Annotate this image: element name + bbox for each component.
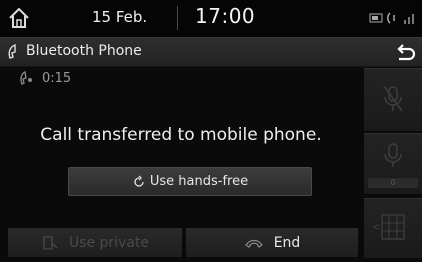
refresh-icon	[134, 175, 144, 187]
divider	[177, 6, 178, 30]
use-private-button[interactable]: Use private	[8, 228, 182, 257]
battery-icon	[369, 13, 383, 23]
end-call-label: End	[273, 234, 301, 251]
use-private-label: Use private	[68, 234, 150, 251]
home-icon[interactable]	[8, 6, 30, 30]
microphone-mute-icon	[383, 85, 403, 112]
clock: 17:00	[195, 4, 256, 28]
hang-up-icon	[244, 239, 263, 248]
bluetooth-phone-icon	[387, 12, 395, 24]
status-bar: 15 Feb. 17:00	[0, 0, 422, 37]
back-arrow-icon[interactable]	[394, 43, 416, 61]
phone-handset-icon	[8, 44, 16, 59]
end-call-button[interactable]: End	[186, 228, 358, 257]
signal-icon	[404, 14, 414, 24]
active-call-icon	[20, 71, 32, 85]
status-icons	[369, 12, 414, 24]
title-bar: Bluetooth Phone	[0, 37, 422, 67]
use-hands-free-label: Use hands-free	[149, 174, 249, 189]
date-label: 15 Feb.	[92, 8, 148, 26]
call-status-message: Call transferred to mobile phone.	[40, 125, 322, 145]
use-hands-free-button[interactable]: Use hands-free	[68, 167, 312, 196]
microphone-volume-button[interactable]: 0	[364, 133, 422, 194]
mute-microphone-button[interactable]	[364, 68, 422, 131]
phone-private-icon	[43, 235, 58, 250]
page-title: Bluetooth Phone	[26, 43, 142, 59]
volume-level: 0	[368, 178, 418, 188]
microphone-volume-icon	[384, 143, 402, 167]
panel-expand-arrow-icon[interactable]: <	[372, 222, 380, 233]
call-duration: 0:15	[42, 71, 72, 86]
